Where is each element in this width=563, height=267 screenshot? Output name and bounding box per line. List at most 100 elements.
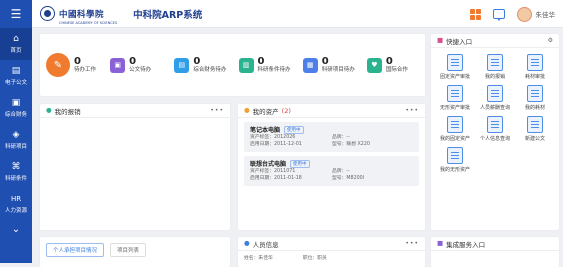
academy-seal-icon	[40, 6, 55, 21]
project-icon: ▦	[302, 57, 318, 73]
logo-subtext: CHINESE ACADEMY OF SCIENCES	[59, 21, 118, 25]
people-name: 姓名：朱佳华	[244, 256, 273, 261]
stat-conditions[interactable]: ▥ 0 科研条件待办	[233, 56, 297, 74]
quick-entry-item[interactable]: 人员薪酬查询	[475, 85, 515, 111]
form-icon	[447, 147, 463, 164]
quick-entry-item[interactable]: 固定资产审批	[435, 54, 475, 80]
stat-label: 科研条件待办	[257, 67, 291, 73]
quick-entry-item[interactable]: 我的报销	[475, 54, 515, 80]
asset-no: 资产标签：2012026	[250, 135, 296, 140]
document-icon: ▤	[11, 65, 21, 76]
quick-entry-item[interactable]: 个人信息查询	[475, 116, 515, 142]
top-bar: ☰ 中國科學院 CHINESE ACADEMY OF SCIENCES 中科院A…	[0, 0, 563, 28]
quick-entry-item[interactable]: 新建公文	[515, 116, 555, 142]
sidebar-item-home[interactable]: ⌂ 首页	[0, 28, 32, 60]
home-icon: ⌂	[13, 33, 19, 44]
reimburse-header: ● 我的报销 •••	[40, 104, 230, 118]
quick-entry-header: ■ 快捷入口 ⚙	[431, 34, 559, 48]
quick-entry-grid: 固定资产审批 我的报销 耗材审批 无形资产审批 人员薪酬查询 我的耗材 我的固定…	[431, 48, 559, 173]
more-icon[interactable]: •••	[210, 107, 224, 114]
stat-value: 0	[321, 56, 329, 67]
sidebar-item-documents[interactable]: ▤ 电子公文	[0, 60, 32, 92]
sidebar-item-finance[interactable]: ▣ 综合财务	[0, 92, 32, 124]
quick-entry-label: 个人信息查询	[479, 136, 510, 142]
panel-title: 我的资产	[252, 107, 279, 116]
stat-value: 0	[385, 56, 393, 67]
menu-toggle-button[interactable]: ☰	[0, 0, 32, 28]
form-icon	[447, 54, 463, 71]
stat-value: 0	[193, 56, 201, 67]
form-icon	[447, 85, 463, 102]
asset-name: 笔记本电脑	[250, 127, 281, 134]
quick-entry-item[interactable]: 我的耗材	[515, 85, 555, 111]
panel-title: 人员信息	[252, 240, 279, 249]
asset-count: (2)	[281, 106, 291, 115]
more-icon[interactable]: •••	[405, 240, 419, 247]
sidebar-item-label: 综合财务	[4, 111, 27, 118]
apps-icon[interactable]	[469, 8, 481, 20]
quick-entry-item[interactable]: 我的固定资产	[435, 116, 475, 142]
asset-icon	[447, 116, 463, 133]
quick-entry-label: 新建公文	[524, 136, 545, 142]
project-icon: ◈	[12, 129, 20, 140]
quick-entry-label: 我的无形资产	[439, 167, 470, 173]
chevron-down-icon[interactable]: ⌄	[0, 224, 32, 235]
quick-entry-label: 我的耗材	[524, 105, 545, 111]
asset-item[interactable]: 联想台式电脑 使用中 资产标签：2011071 品牌：-- 启用日期：2011-01…	[244, 156, 419, 186]
quick-entry-icon: ■	[437, 36, 444, 44]
stat-todo-work[interactable]: ✎ 0 待办工作	[40, 53, 104, 77]
conditions-icon: ⌘	[11, 161, 21, 172]
sidebar: ⌂ 首页 ▤ 电子公文 ▣ 综合财务 ◈ 科研项目 ⌘ 科研条件 HR 人力资源…	[0, 28, 32, 263]
quick-entry-item[interactable]: 无形资产审批	[435, 85, 475, 111]
tab-personal-projects[interactable]: 个人承担项目情况	[46, 243, 105, 257]
stat-label: 公文待办	[129, 67, 152, 73]
people-position: 职位：职员	[302, 256, 327, 261]
avatar[interactable]	[516, 6, 532, 22]
status-badge: 使用中	[290, 159, 310, 168]
quick-entry-item[interactable]: 我的无形资产	[435, 147, 475, 173]
reimburse-panel: ● 我的报销 •••	[40, 104, 230, 230]
sidebar-item-hr[interactable]: HR 人力资源	[0, 188, 32, 220]
asset-brand: 品牌：--	[332, 135, 350, 140]
briefcase-icon: ▣	[110, 57, 126, 73]
asset-model: 型号：联想 X220	[332, 142, 370, 147]
hr-icon: HR	[10, 194, 22, 203]
quick-entry-item[interactable]: 耗材审批	[515, 54, 555, 80]
more-icon[interactable]: •••	[405, 107, 419, 114]
asset-item[interactable]: 笔记本电脑 使用中 资产标签：2012026 品牌：-- 启用日期：2011-12-…	[244, 122, 419, 152]
gear-icon[interactable]: ⚙	[548, 37, 553, 44]
integration-icon: ■	[437, 239, 444, 247]
panel-title: 集成服务入口	[446, 240, 486, 249]
status-badge: 使用中	[284, 125, 304, 134]
sidebar-item-projects[interactable]: ◈ 科研项目	[0, 124, 32, 156]
sidebar-item-label: 电子公文	[4, 79, 27, 86]
panel-title: 快捷入口	[446, 37, 473, 46]
tab-project-list[interactable]: 项目列表	[110, 243, 147, 257]
quick-entry-label: 人员薪酬查询	[479, 105, 510, 111]
stat-finance[interactable]: ▤ 0 综合财务待办	[168, 56, 232, 74]
stat-label: 科研项目待办	[321, 67, 355, 73]
username[interactable]: 朱佳华	[536, 9, 556, 19]
message-icon[interactable]	[492, 9, 505, 21]
stat-international[interactable]: ♥ 0 国际合作	[361, 56, 425, 74]
person-icon: ●	[244, 239, 250, 247]
project-tabs: 个人承担项目情况 项目列表	[40, 237, 230, 257]
logo: 中國科學院 CHINESE ACADEMY OF SCIENCES	[40, 2, 117, 25]
quick-entry-panel: ■ 快捷入口 ⚙ 固定资产审批 我的报销 耗材审批 无形资产审批 人员薪酬查询 …	[431, 34, 559, 230]
stat-documents[interactable]: ▣ 0 公文待办	[104, 56, 168, 74]
sidebar-item-conditions[interactable]: ⌘ 科研条件	[0, 156, 32, 188]
person-icon: ●	[46, 106, 52, 114]
stat-projects[interactable]: ▦ 0 科研项目待办	[297, 56, 361, 74]
top-actions: 朱佳华	[469, 0, 556, 28]
conditions-icon: ▥	[238, 57, 254, 73]
sidebar-item-label: 科研条件	[4, 175, 27, 182]
asset-no: 资产标签：2011071	[250, 169, 296, 174]
quick-entry-label: 耗材审批	[524, 74, 545, 80]
hamburger-icon: ☰	[10, 6, 22, 21]
todo-stats-card: ✎ 0 待办工作 ▣ 0 公文待办 ▤ 0 综合财务待办 ▥ 0 科研条件待办 …	[40, 34, 425, 96]
asset-date: 启用日期：2011-01-18	[250, 176, 302, 181]
logo-text: 中國科學院	[59, 10, 105, 20]
handshake-icon: ♥	[366, 57, 382, 73]
asset-icon: ●	[244, 106, 250, 114]
quick-entry-label: 固定资产审批	[439, 74, 470, 80]
